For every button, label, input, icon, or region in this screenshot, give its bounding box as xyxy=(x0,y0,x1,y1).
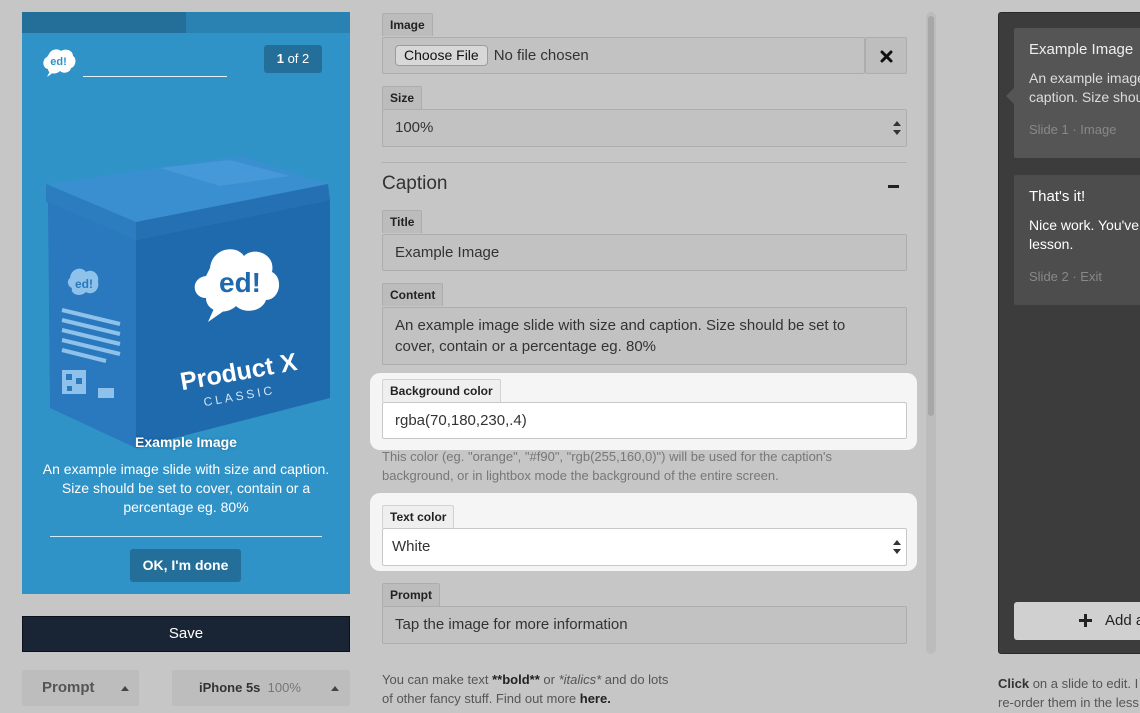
size-select[interactable]: 100% xyxy=(382,109,907,147)
prompt-input[interactable]: Tap the image for more information xyxy=(382,606,907,644)
slide-card-meta: Slide 2 · Exit xyxy=(1029,269,1102,284)
slide-card-body: lesson. xyxy=(1029,236,1074,252)
slide-list-panel: Example Image An example image caption. S… xyxy=(998,12,1140,654)
device-selector[interactable]: iPhone 5s 100% xyxy=(172,670,350,706)
prompt-toggle-label: Prompt xyxy=(42,679,95,696)
section-divider xyxy=(382,162,907,163)
slide-caption-title: Example Image xyxy=(135,434,237,450)
prompt-toggle[interactable]: Prompt xyxy=(22,670,139,706)
form-scrollbar-thumb[interactable] xyxy=(928,16,934,416)
image-file-input[interactable]: Choose File No file chosen xyxy=(382,37,865,74)
slide-card-body: caption. Size shou xyxy=(1029,89,1140,105)
progress-bar-fill xyxy=(22,12,186,33)
caret-up-icon xyxy=(121,686,129,691)
slide-list-help-line1: on a slide to edit. I xyxy=(1029,676,1139,691)
title-label: Title xyxy=(382,210,423,233)
ed-logo-text: ed! xyxy=(50,56,67,68)
size-label: Size xyxy=(382,86,423,109)
plus-icon xyxy=(1079,614,1092,627)
file-status: No file chosen xyxy=(493,47,589,64)
text-color-select[interactable]: White xyxy=(382,528,907,566)
text-color-label: Text color xyxy=(382,505,455,528)
slide-list-help-click: Click xyxy=(998,676,1030,691)
slide-caption-body: An example image slide with size and cap… xyxy=(42,461,330,515)
prompt-label: Prompt xyxy=(382,583,440,606)
content-textarea[interactable]: An example image slide with size and cap… xyxy=(382,307,907,365)
slide-counter-total: of 2 xyxy=(287,51,310,66)
markdown-help-pre: You can make text xyxy=(382,672,493,687)
caret-up-icon xyxy=(331,686,339,691)
device-name: iPhone 5s xyxy=(199,680,261,695)
content-label: Content xyxy=(382,283,444,306)
product-box-image: ed! ed! Product X CLASSIC xyxy=(46,156,330,448)
image-label: Image xyxy=(382,13,433,36)
save-button[interactable]: Save xyxy=(22,616,350,652)
collapse-section-button[interactable] xyxy=(888,185,899,188)
slide-list-help: Click on a slide to edit. I re-order them… xyxy=(998,674,1140,712)
markdown-help: You can make text **bold** or *italics* … xyxy=(382,670,682,708)
clear-image-button[interactable] xyxy=(865,37,907,74)
slide-card[interactable]: Example Image An example image caption. S… xyxy=(1014,28,1140,158)
markdown-help-mid: or xyxy=(539,672,559,687)
slide-counter-current: 1 xyxy=(276,51,284,66)
box-side-logo-text: ed! xyxy=(75,277,93,291)
slide-card-title: Example Image xyxy=(1029,41,1134,58)
choose-file-button[interactable]: Choose File xyxy=(395,45,488,66)
background-color-help: This color (eg. "orange", "#f90", "rgb(2… xyxy=(382,449,833,483)
slide-card-title: That's it! xyxy=(1029,188,1086,205)
text-color-value: White xyxy=(392,538,431,555)
select-arrows-icon xyxy=(893,539,901,555)
markdown-help-bold: **bold** xyxy=(492,672,540,687)
caption-divider xyxy=(50,536,322,537)
select-arrows-icon xyxy=(893,120,901,136)
slide-card-meta: Slide 1 · Image xyxy=(1029,122,1117,137)
slide-preview: ed! 1 of 2 ed! ed! Product X CLASSIC Exa… xyxy=(22,12,350,594)
add-slide-button[interactable]: Add a xyxy=(1014,602,1140,640)
background-color-input[interactable]: rgba(70,180,230,.4) xyxy=(382,402,907,439)
markdown-help-link[interactable]: here. xyxy=(580,691,611,706)
ed-logo-icon: ed! xyxy=(43,49,76,77)
slide-card-body: Nice work. You've xyxy=(1029,217,1140,233)
slide-card-body: An example image xyxy=(1029,70,1140,86)
progress-bar xyxy=(22,12,350,33)
done-button[interactable]: OK, I'm done xyxy=(130,549,241,582)
box-logo-text: ed! xyxy=(219,267,261,298)
markdown-help-italic: *italics* xyxy=(558,672,602,687)
slide-card[interactable]: That's it! Nice work. You've lesson. Slid… xyxy=(1014,175,1140,305)
slide-counter: 1 of 2 xyxy=(264,45,322,73)
learner-name-underline xyxy=(83,76,227,77)
background-color-label: Background color xyxy=(382,379,501,402)
title-input[interactable]: Example Image xyxy=(382,234,907,271)
device-zoom: 100% xyxy=(267,680,301,695)
size-select-value: 100% xyxy=(395,119,434,136)
caption-section-heading: Caption xyxy=(382,173,448,194)
add-slide-label: Add a xyxy=(1105,612,1140,629)
close-icon xyxy=(880,50,893,63)
slide-list-help-line2: re-order them in the less xyxy=(998,695,1139,710)
